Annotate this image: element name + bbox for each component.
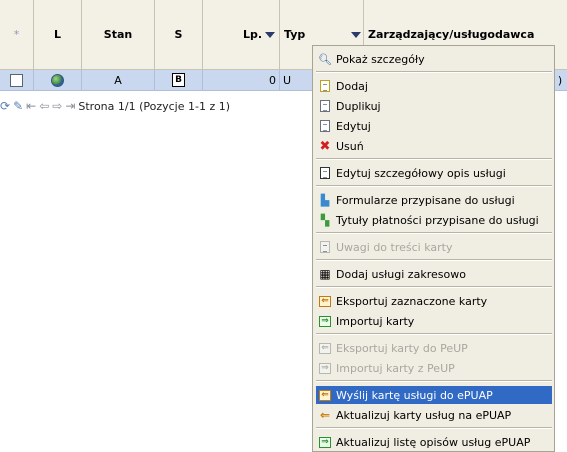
next-page-icon[interactable]: ⇨ [52, 99, 62, 113]
forms-icon: ▙ [320, 193, 330, 207]
eraser-icon[interactable]: ✎ [13, 99, 23, 113]
menu-item-label: Uwagi do treści karty [336, 240, 453, 254]
row-typ-value: U [283, 73, 292, 87]
menu-separator [316, 71, 552, 73]
menu-separator [316, 427, 552, 429]
menu-item-label: Dodaj usługi zakresowo [336, 267, 466, 281]
grid-icon: ▦ [319, 267, 331, 281]
menu-separator [316, 158, 552, 160]
menu-item-label: Importuj karty z PeUP [336, 361, 455, 375]
menu-item-update-description-list[interactable]: ⇒ Aktualizuj listę opisów usług ePUAP [316, 433, 552, 451]
menu-separator [316, 333, 552, 335]
menu-item-add[interactable]: Dodaj [316, 77, 552, 95]
menu-item-edit[interactable]: Edytuj [316, 117, 552, 135]
new-document-icon [318, 79, 332, 93]
menu-separator [316, 259, 552, 261]
dropdown-arrow-icon[interactable] [351, 31, 361, 38]
send-epuap-icon: ⇐ [318, 388, 332, 402]
import-icon: ⇒ [318, 314, 332, 328]
header-col-stan[interactable]: Stan [82, 0, 155, 69]
duplicate-icon [318, 99, 332, 113]
export-icon: ⇐ [318, 294, 332, 308]
menu-item-add-range[interactable]: ▦ Dodaj usługi zakresowo [316, 265, 552, 283]
menu-item-delete[interactable]: ✖ Usuń [316, 137, 552, 155]
menu-item-label: Edytuj szczegółowy opis usługi [336, 166, 506, 180]
first-page-icon[interactable]: ⇤ [26, 99, 36, 113]
menu-item-import[interactable]: ⇒ Importuj karty [316, 312, 552, 330]
header-col-lp-label: Lp. [242, 28, 262, 41]
menu-item-show-details[interactable]: 🔍︎ Pokaż szczegóły [316, 50, 552, 68]
delete-x-icon: ✖ [319, 138, 331, 154]
menu-item-send-epuap[interactable]: ⇐ Wyślij kartę usługi do ePUAP [316, 386, 552, 404]
menu-item-duplicate[interactable]: Duplikuj [316, 97, 552, 115]
menu-item-export-peup: ⇐ Eksportuj karty do PeUP [316, 339, 552, 357]
row-l-cell [34, 70, 82, 90]
header-col-s-label: S [174, 28, 183, 41]
menu-item-card-notes: Uwagi do treści karty [316, 238, 552, 256]
menu-item-payments[interactable]: ▚ Tytuły płatności przypisane do usługi [316, 211, 552, 229]
menu-item-label: Aktualizuj karty usług na ePUAP [336, 408, 512, 422]
header-col-zarzadzajacy-label: Zarządzający/usługodawca [368, 28, 535, 41]
menu-item-label: Formularze przypisane do usługi [336, 193, 515, 207]
export-peup-icon: ⇐ [318, 341, 332, 355]
menu-item-label: Duplikuj [336, 99, 381, 113]
header-select-column[interactable]: * [0, 0, 34, 69]
menu-item-label: Eksportuj zaznaczone karty [336, 294, 488, 308]
b-document-icon[interactable]: B [172, 73, 185, 87]
row-zarz-cell: ) [553, 70, 567, 90]
menu-item-label: Pokaż szczegóły [336, 52, 425, 66]
row-checkbox-cell [0, 70, 34, 90]
header-star: * [13, 28, 20, 41]
row-s-cell: B [155, 70, 203, 90]
row-zarz-tail: ) [557, 73, 563, 87]
menu-item-import-peup: ⇒ Importuj karty z PeUP [316, 359, 552, 377]
header-col-lp[interactable]: Lp. [203, 0, 280, 69]
row-lp-cell: 0 [203, 70, 280, 90]
edit-document-icon [318, 119, 332, 133]
b-icon-letter: B [175, 74, 182, 85]
menu-separator [316, 185, 552, 187]
context-menu: 🔍︎ Pokaż szczegóły Dodaj Duplikuj Edytuj… [312, 45, 555, 452]
menu-item-label: Edytuj [336, 119, 371, 133]
prev-page-icon[interactable]: ⇦ [39, 99, 49, 113]
menu-separator [316, 286, 552, 288]
magnifier-icon: 🔍︎ [318, 52, 332, 66]
header-col-typ-label: Typ [284, 28, 306, 41]
header-col-l[interactable]: L [34, 0, 82, 69]
notes-icon [318, 240, 332, 254]
payments-icon: ▚ [320, 213, 330, 227]
row-lp-value: 0 [269, 73, 276, 87]
menu-item-edit-description[interactable]: Edytuj szczegółowy opis usługi [316, 164, 552, 182]
sort-arrow-icon[interactable] [265, 31, 275, 38]
arrow-left-icon: ⇐ [319, 408, 331, 422]
row-stan-value: A [114, 73, 122, 87]
update-list-icon: ⇒ [318, 435, 332, 449]
menu-item-label: Wyślij kartę usługi do ePUAP [336, 388, 493, 402]
header-col-s[interactable]: S [155, 0, 203, 69]
menu-item-label: Dodaj [336, 79, 368, 93]
pager-status: Strona 1/1 (Pozycje 1-1 z 1) [78, 99, 231, 113]
menu-separator [316, 232, 552, 234]
header-col-l-label: L [53, 28, 61, 41]
row-checkbox[interactable] [10, 73, 23, 87]
menu-item-update-epuap[interactable]: ⇐ Aktualizuj karty usług na ePUAP [316, 406, 552, 424]
last-page-icon[interactable]: ⇥ [65, 99, 75, 113]
menu-item-label: Aktualizuj listę opisów usług ePUAP [336, 435, 531, 449]
refresh-icon[interactable]: ⟳ [0, 99, 10, 113]
globe-icon [51, 73, 64, 87]
menu-item-forms[interactable]: ▙ Formularze przypisane do usługi [316, 191, 552, 209]
menu-separator [316, 380, 552, 382]
menu-item-export-selected[interactable]: ⇐ Eksportuj zaznaczone karty [316, 292, 552, 310]
description-icon [318, 166, 332, 180]
import-peup-icon: ⇒ [318, 361, 332, 375]
header-col-stan-label: Stan [103, 28, 133, 41]
pager: ⟳ ✎ ⇤ ⇦ ⇨ ⇥ Strona 1/1 (Pozycje 1-1 z 1) [0, 96, 230, 116]
menu-item-label: Tytuły płatności przypisane do usługi [336, 213, 539, 227]
row-stan-cell: A [82, 70, 155, 90]
menu-item-label: Usuń [336, 139, 364, 153]
menu-item-label: Eksportuj karty do PeUP [336, 341, 468, 355]
menu-item-label: Importuj karty [336, 314, 415, 328]
